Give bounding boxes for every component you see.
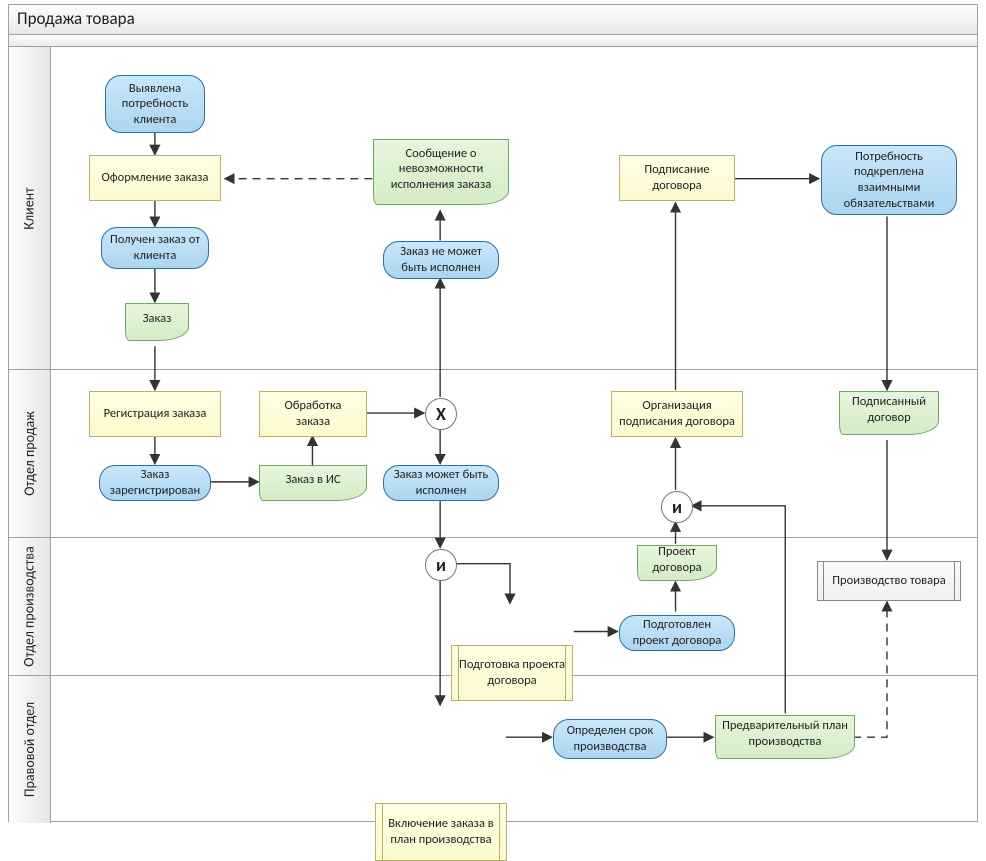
swimlane-pool: Клиент Отдел продаж Отдел производства П…: [8, 46, 978, 822]
diagram-subbar: [8, 34, 978, 46]
diagram-frame: Продажа товара Клиент Отдел продаж Отдел…: [0, 0, 986, 829]
lane-legal-label: Правовой отдел: [21, 702, 38, 797]
task-prepare-project: Подготовка проекта договора: [451, 645, 573, 701]
event-deadline: Определен срок производства: [553, 719, 667, 759]
task-process: Обработка заказа: [259, 391, 367, 437]
gateway-xor: X: [425, 398, 457, 430]
event-cannot: Заказ не может быть исполнен: [383, 241, 499, 279]
event-registered: Заказ зарегистрирован: [99, 465, 211, 501]
task-organize-sign: Организация подписания договора: [611, 391, 743, 437]
diagram-title: Продажа товара: [8, 4, 978, 34]
task-register: Регистрация заказа: [89, 391, 221, 437]
doc-pre-plan: Предварительный план производства: [715, 715, 855, 759]
event-start: Выявлена потребность клиента: [105, 75, 205, 133]
lane-sales-label: Отдел продаж: [21, 411, 38, 496]
diagram-title-text: Продажа товара: [17, 8, 135, 29]
task-order: Оформление заказа: [89, 155, 221, 201]
doc-impossible: Сообщение о невозможности исполнения зак…: [373, 139, 509, 205]
lane-client-label: Клиент: [21, 187, 38, 229]
subprocess-manufacture: Производство товара: [817, 561, 961, 601]
doc-signed: Подписанный договор: [839, 391, 939, 435]
gateway-and-2: и: [661, 491, 693, 523]
task-include-plan: Включение заказа в план производства: [375, 803, 507, 861]
doc-order: Заказ: [125, 303, 189, 341]
event-project-ready: Подготовлен проект договора: [619, 615, 735, 651]
task-sign: Подписание договора: [619, 155, 735, 201]
lane-production-label: Отдел производства: [21, 546, 38, 666]
event-need-backed: Потребность подкреплена взаимными обязат…: [821, 145, 957, 215]
doc-order-is: Заказ в ИС: [259, 465, 367, 501]
event-got-order: Получен заказ от клиента: [101, 227, 209, 269]
doc-project: Проект договора: [637, 545, 717, 581]
gateway-and-1: и: [425, 549, 457, 581]
event-can-exec: Заказ может быть исполнен: [383, 465, 499, 501]
